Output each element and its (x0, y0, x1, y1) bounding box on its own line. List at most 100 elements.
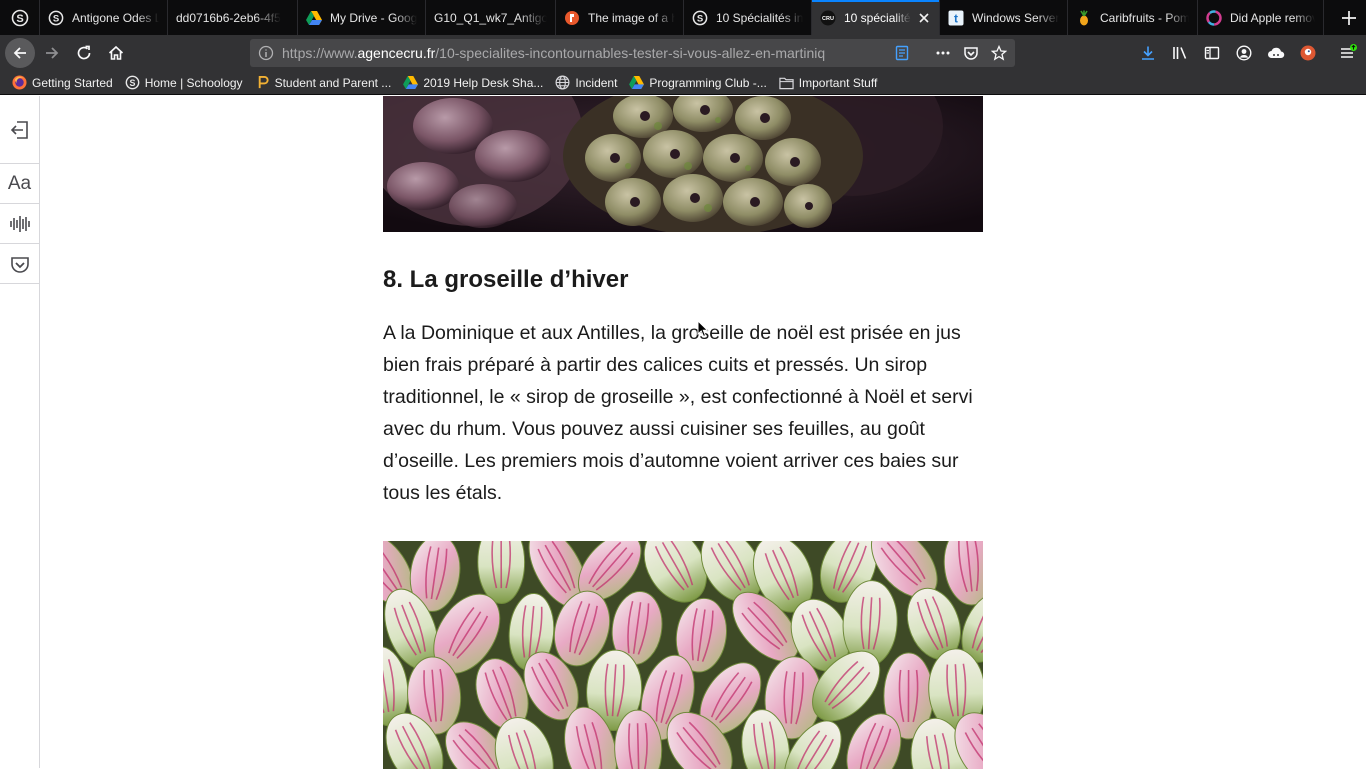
bookmark-getting-started[interactable]: Getting Started (12, 75, 113, 90)
google-drive-icon (629, 75, 645, 90)
close-tab-icon[interactable] (917, 11, 931, 25)
tab-10-specialites-schoology[interactable]: S 10 Spécialités inc (684, 0, 812, 35)
powerschool-icon (255, 75, 270, 90)
url-text[interactable]: https://www.agencecru.fr/10-specialites-… (282, 45, 857, 61)
exit-reader-icon (10, 120, 28, 139)
bookmark-folder-important[interactable]: Important Stuff (779, 75, 878, 90)
schoology-icon: S (11, 9, 28, 26)
narrate-icon (9, 215, 30, 232)
menu-icon[interactable] (1334, 39, 1362, 67)
pocket-icon (10, 256, 29, 273)
pocket-icon[interactable] (957, 39, 985, 67)
svg-text:S: S (16, 13, 23, 25)
google-drive-icon (403, 75, 419, 90)
tab-caribfruits[interactable]: Caribfruits - Pom (1068, 0, 1198, 35)
reload-button[interactable] (69, 38, 99, 68)
tab-g10-antigone[interactable]: G10_Q1_wk7_Antigon (426, 0, 556, 35)
firefox-icon (12, 75, 27, 90)
navigation-toolbar: https://www.agencecru.fr/10-specialites-… (0, 35, 1366, 71)
bookmark-label: 2019 Help Desk Sha... (423, 75, 544, 90)
tab-image-of-a[interactable]: The image of a h (556, 0, 684, 35)
narrate-button[interactable] (0, 204, 39, 244)
reload-icon (77, 45, 91, 60)
tab-label: The image of a h (588, 10, 675, 25)
bookmark-label: Home | Schoology (144, 75, 243, 90)
bookmark-schoology-home[interactable]: S Home | Schoology (125, 75, 243, 90)
back-button[interactable] (5, 38, 35, 68)
downloads-icon[interactable] (1134, 39, 1162, 67)
mouse-cursor-icon (697, 320, 709, 338)
new-tab-icon[interactable] (1341, 10, 1357, 26)
bookmark-label: Student and Parent ... (274, 75, 392, 90)
pinned-tab-schoology[interactable]: S (0, 0, 40, 35)
home-icon (108, 45, 124, 60)
svg-text:t: t (954, 11, 958, 25)
tab-label: Windows Server (972, 10, 1059, 25)
svg-text:S: S (697, 13, 703, 24)
type-controls-button[interactable]: Aa (0, 164, 39, 204)
duckduckgo-icon[interactable] (1294, 39, 1322, 67)
agencecru-icon: CRU (820, 10, 836, 26)
arrow-right-icon (46, 47, 59, 59)
sidebar-toggle-icon[interactable] (1198, 39, 1226, 67)
section-heading: 8. La groseille d’hiver (383, 266, 629, 293)
tab-label: Antigone Odes L (72, 10, 159, 25)
arrow-left-icon (13, 47, 26, 59)
tab-label: G10_Q1_wk7_Antigon (434, 10, 547, 25)
bookmark-label: Incident (575, 75, 618, 90)
reader-view-icon[interactable] (888, 39, 916, 67)
bookmark-star-icon[interactable] (985, 39, 1013, 67)
tab-label: Caribfruits - Pom (1100, 10, 1189, 25)
svg-text:S: S (129, 78, 135, 88)
tab-my-drive[interactable]: My Drive - Goog (298, 0, 426, 35)
url-prefix: https://www. (282, 45, 358, 61)
address-bar[interactable]: https://www.agencecru.fr/10-specialites-… (250, 39, 1015, 67)
reader-article: 8. La groseille d’hiver A la Dominique e… (383, 96, 983, 769)
bookmarks-toolbar: Getting Started S Home | Schoology Stude… (0, 71, 1366, 95)
tab-windows-server[interactable]: t Windows Server (940, 0, 1068, 35)
sorrel-flowers-image (383, 541, 983, 769)
svg-text:S: S (53, 13, 59, 24)
tab-did-apple[interactable]: Did Apple remov (1198, 0, 1324, 35)
tab-label: 10 spécialités (844, 10, 911, 25)
site-icon (1206, 9, 1222, 26)
schoology-icon: S (692, 10, 708, 26)
url-domain: agencecru.fr (357, 45, 436, 61)
schoology-icon: S (48, 10, 64, 26)
home-button[interactable] (101, 38, 131, 68)
library-icon[interactable] (1166, 39, 1194, 67)
info-icon[interactable] (258, 45, 274, 61)
folder-icon (779, 75, 794, 90)
bookmark-programming-club[interactable]: Programming Club -... (629, 75, 767, 90)
pineapple-icon (1076, 10, 1092, 26)
type-controls-label: Aa (7, 172, 32, 194)
bookmark-student-parent[interactable]: Student and Parent ... (255, 75, 392, 90)
globe-icon (555, 75, 570, 90)
tab-strip: S S Antigone Odes L dd0716b6-2eb6-4f5 My… (0, 0, 1366, 35)
save-to-pocket-button[interactable] (0, 244, 39, 284)
forward-button[interactable] (37, 38, 67, 68)
schoology-icon: S (125, 75, 140, 90)
account-icon[interactable] (1230, 39, 1258, 67)
google-drive-icon (306, 10, 322, 26)
bookmark-label: Getting Started (32, 75, 113, 90)
tab-label: dd0716b6-2eb6-4f5 (176, 10, 281, 25)
tab-10-specialites-active[interactable]: CRU 10 spécialités (812, 0, 940, 35)
svg-text:CRU: CRU (822, 16, 834, 22)
tab-dd0716b6[interactable]: dd0716b6-2eb6-4f5 (168, 0, 298, 35)
close-reader-button[interactable] (0, 96, 39, 164)
extension-cloud-icon[interactable] (1262, 39, 1290, 67)
site-icon (564, 10, 580, 26)
bookmark-incident[interactable]: Incident (555, 75, 617, 90)
bookmark-help-desk[interactable]: 2019 Help Desk Sha... (403, 75, 543, 90)
new-tab-area (1324, 0, 1366, 35)
bookmark-label: Important Stuff (798, 75, 878, 90)
url-path: /10-specialites-incontournables-tester-s… (435, 45, 826, 61)
reader-toolbar: Aa (0, 96, 40, 768)
tab-label: 10 Spécialités inc (716, 10, 803, 25)
tab-label: Did Apple remov (1230, 10, 1315, 25)
page-actions-icon[interactable] (929, 39, 957, 67)
tab-antigone-odes[interactable]: S Antigone Odes L (40, 0, 168, 35)
tab-label: My Drive - Goog (330, 10, 417, 25)
bookmark-label: Programming Club -... (649, 75, 767, 90)
